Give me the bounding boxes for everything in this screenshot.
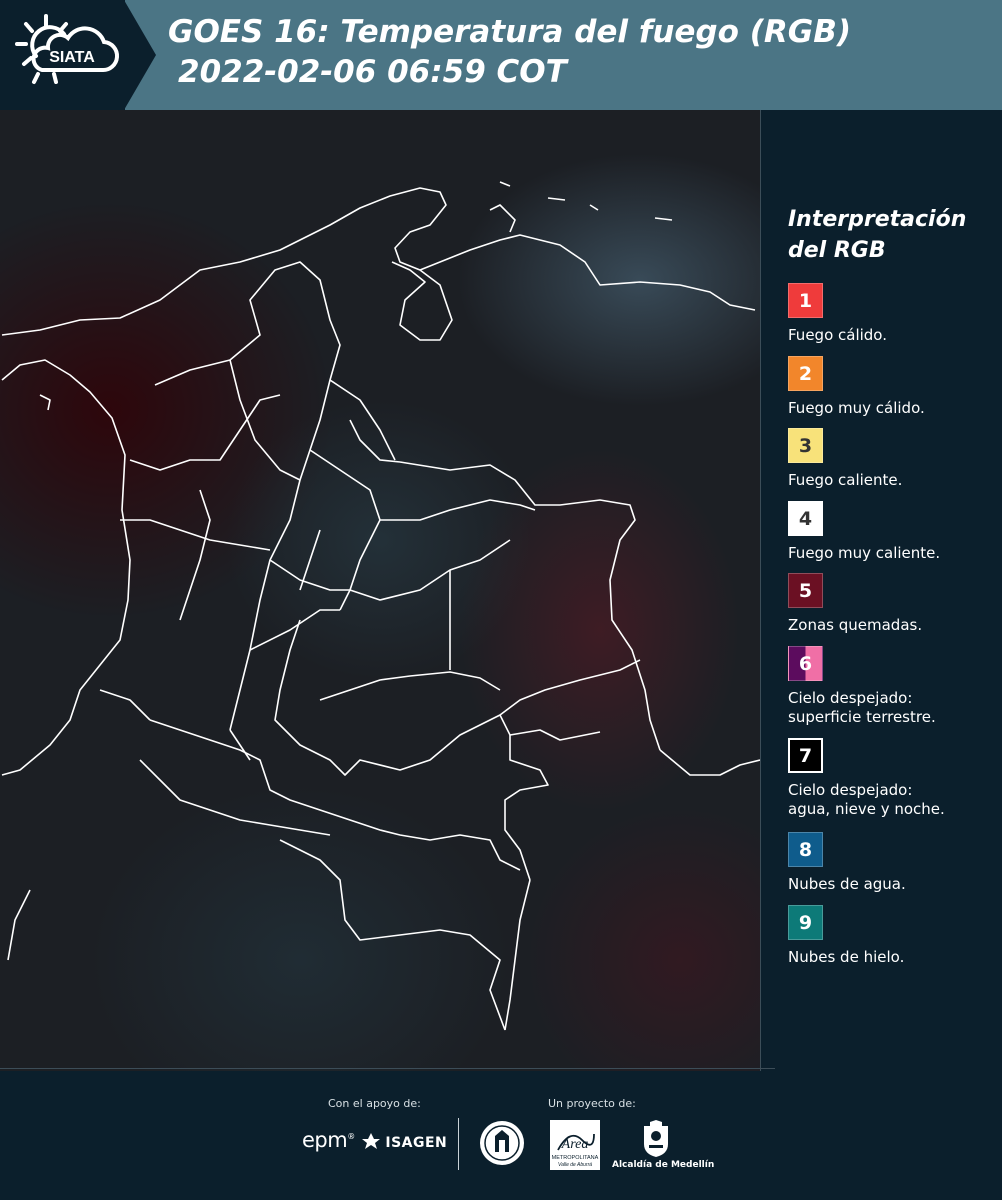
svg-text:Área: Área: [561, 1135, 589, 1152]
legend-swatch-3: 3: [788, 428, 823, 463]
legend-number: 5: [798, 579, 813, 602]
legend-label: Zonas quemadas.: [788, 616, 923, 634]
colombia-boundaries-map: [1, 181, 760, 1031]
legend-label: Fuego muy caliente.: [788, 544, 941, 562]
svg-text:Valle de Aburrá: Valle de Aburrá: [558, 1162, 592, 1168]
legend-number: 2: [798, 362, 813, 385]
legend-number: 4: [798, 507, 813, 530]
legend-item-7: 7 Cielo despejado: agua, nieve y noche.: [788, 738, 945, 818]
alcaldia-coat-of-arms-icon: [644, 1120, 668, 1157]
area-metropolitana-logo: Área METROPOLITANA Valle de Aburrá: [550, 1120, 600, 1170]
legend-swatch-4: 4: [788, 501, 823, 536]
legend-number: 1: [798, 289, 813, 312]
legend-swatch-1: 1: [788, 283, 823, 318]
page-timestamp: 2022-02-06 06:59 COT: [178, 54, 567, 90]
legend-item-2: 2 Fuego muy cálido.: [788, 356, 925, 417]
project-label: Un proyecto de:: [548, 1097, 636, 1110]
support-label: Con el apoyo de:: [328, 1097, 421, 1110]
map-frame-right: [760, 110, 761, 1071]
legend-number: 6: [798, 652, 813, 675]
siata-logo-icon: SIATA: [15, 14, 120, 84]
university-seal-icon: [480, 1121, 524, 1165]
legend-item-4: 4 Fuego muy caliente.: [788, 501, 940, 562]
legend-title-line1: Interpretación: [788, 207, 967, 232]
satellite-map: [0, 110, 760, 1071]
legend-label: Nubes de agua.: [788, 875, 906, 893]
alcaldia-text: Alcaldía de Medellín: [612, 1160, 715, 1170]
logo-text: SIATA: [49, 49, 95, 66]
legend-number: 8: [798, 838, 813, 861]
page-title: GOES 16: Temperatura del fuego (RGB): [168, 14, 851, 50]
isagen-text: ISAGEN: [385, 1135, 448, 1151]
legend-item-8: 8 Nubes de agua.: [788, 832, 906, 893]
legend-number: 7: [798, 744, 813, 767]
page: SIATA GOES 16: Temperatura del fuego (RG…: [0, 0, 1002, 1200]
legend-label: Fuego muy cálido.: [788, 399, 925, 417]
logo-chevron: [124, 0, 156, 110]
legend-title: Interpretación del RGB: [788, 204, 966, 266]
legend-swatch-5: 5: [788, 573, 823, 608]
legend-swatch-7: 7: [788, 738, 823, 773]
legend-label: Nubes de hielo.: [788, 948, 905, 966]
legend-item-9: 9 Nubes de hielo.: [788, 905, 904, 966]
legend-item-1: 1 Fuego cálido.: [788, 283, 887, 344]
isagen-logo: ISAGEN: [362, 1133, 447, 1151]
legend-item-5: 5 Zonas quemadas.: [788, 573, 922, 634]
area-logo-mark-icon: Área METROPOLITANA Valle de Aburrá: [552, 1133, 599, 1168]
map-frame-bottom: [0, 1068, 775, 1069]
legend-swatch-6: 6: [788, 646, 823, 681]
legend-label: Fuego cálido.: [788, 326, 887, 344]
legend-label: Fuego caliente.: [788, 471, 903, 489]
legend-number: 3: [798, 434, 813, 457]
legend-number: 9: [798, 911, 813, 934]
footer-divider: [458, 1118, 459, 1170]
legend-label: Cielo despejado: agua, nieve y noche.: [788, 781, 945, 818]
epm-logo: epm®: [302, 1128, 355, 1152]
legend-item-3: 3 Fuego caliente.: [788, 428, 902, 489]
logo-panel: SIATA: [0, 0, 125, 110]
legend-swatch-9: 9: [788, 905, 823, 940]
legend-label: Cielo despejado: superficie terrestre.: [788, 689, 936, 726]
legend-item-6: 6 Cielo despejado: superficie terrestre.: [788, 646, 936, 726]
svg-text:METROPOLITANA: METROPOLITANA: [552, 1155, 599, 1161]
legend-swatch-2: 2: [788, 356, 823, 391]
legend-title-line2: del RGB: [788, 238, 886, 263]
isagen-mark-icon: [362, 1133, 380, 1149]
legend-swatch-8: 8: [788, 832, 823, 867]
header-bar: SIATA GOES 16: Temperatura del fuego (RG…: [0, 0, 1002, 110]
